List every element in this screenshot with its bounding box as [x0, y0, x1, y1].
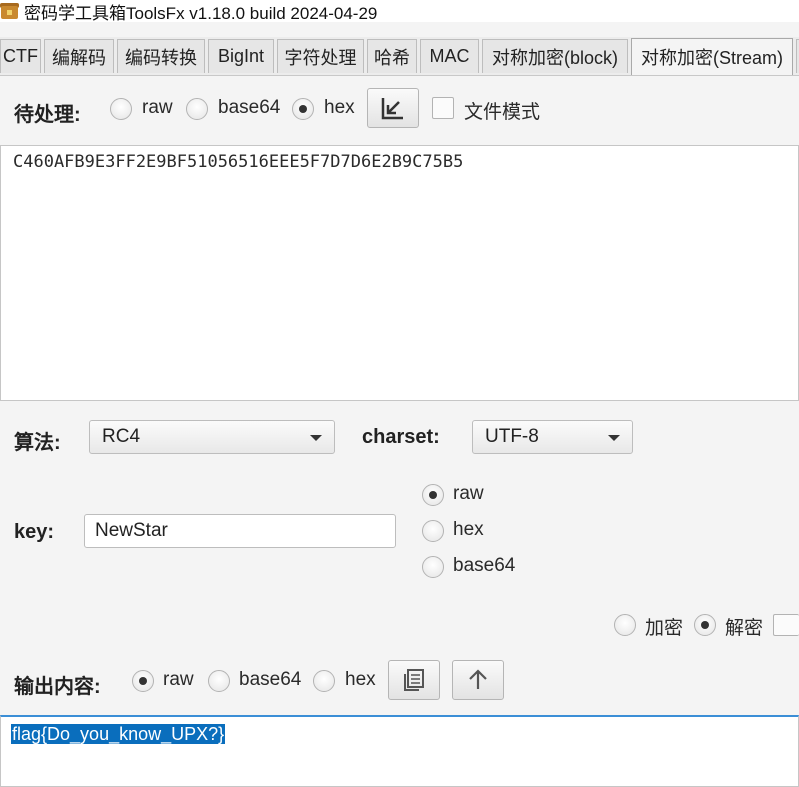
output-textarea[interactable]: flag{Do_you_know_UPX?} — [0, 715, 799, 787]
copy-button[interactable] — [388, 660, 440, 700]
toolbox-icon — [0, 2, 20, 20]
tab-bar: CTF 编解码 编码转换 BigInt 字符处理 哈希 MAC 对称加密(blo… — [0, 37, 799, 76]
output-base64-label: base64 — [239, 669, 302, 690]
encrypt-label: 加密 — [645, 618, 684, 639]
algorithm-label: 算法: — [14, 432, 61, 454]
decrypt-radio[interactable] — [694, 614, 716, 636]
key-hex-label: hex — [453, 519, 484, 540]
output-raw-radio[interactable] — [132, 670, 154, 692]
tab-ctf[interactable]: CTF — [0, 39, 41, 73]
move-up-button[interactable] — [452, 660, 504, 700]
tab-string-process[interactable]: 字符处理 — [277, 39, 364, 73]
key-base64-label: base64 — [453, 555, 516, 576]
charset-value: UTF-8 — [485, 426, 539, 447]
file-mode-label: 文件模式 — [464, 102, 541, 123]
input-text: C460AFB9E3FF2E9BF51056516EEE5F7D7D6E2B9C… — [13, 152, 464, 172]
key-base64-radio[interactable] — [422, 556, 444, 578]
import-button[interactable] — [367, 88, 419, 128]
title-bar: 密码学工具箱ToolsFx v1.18.0 build 2024-04-29 — [0, 0, 799, 23]
input-hex-radio[interactable] — [292, 98, 314, 120]
input-raw-label: raw — [142, 97, 173, 118]
algorithm-value: RC4 — [102, 426, 141, 447]
import-arrow-icon — [381, 98, 403, 120]
tab-encoding-convert[interactable]: 编码转换 — [117, 39, 205, 73]
window-title: 密码学工具箱ToolsFx v1.18.0 build 2024-04-29 — [24, 3, 378, 23]
key-hex-radio[interactable] — [422, 520, 444, 542]
decrypt-label: 解密 — [725, 618, 764, 639]
input-hex-label: hex — [324, 97, 355, 118]
input-base64-label: base64 — [218, 97, 281, 118]
tab-mac[interactable]: MAC — [420, 39, 479, 73]
arrow-up-icon — [469, 669, 487, 689]
output-hex-radio[interactable] — [313, 670, 335, 692]
output-text: flag{Do_you_know_UPX?} — [11, 724, 226, 744]
copy-icon — [404, 669, 424, 691]
file-mode-checkbox[interactable] — [432, 97, 454, 119]
tab-symmetric-block[interactable]: 对称加密(block) — [482, 39, 628, 73]
output-hex-label: hex — [345, 669, 376, 690]
tab-symmetric-stream[interactable]: 对称加密(Stream) — [631, 38, 793, 75]
chevron-down-icon — [310, 435, 322, 441]
chevron-down-icon — [608, 435, 620, 441]
input-raw-radio[interactable] — [110, 98, 132, 120]
charset-label: charset: — [362, 426, 440, 448]
tab-bigint[interactable]: BigInt — [208, 39, 274, 73]
encrypt-radio[interactable] — [614, 614, 636, 636]
input-base64-radio[interactable] — [186, 98, 208, 120]
algorithm-select[interactable]: RC4 — [89, 420, 335, 454]
key-label: key: — [14, 521, 55, 543]
tab-codec[interactable]: 编解码 — [44, 39, 114, 73]
charset-select[interactable]: UTF-8 — [472, 420, 633, 454]
output-raw-label: raw — [163, 669, 194, 690]
input-textarea[interactable]: C460AFB9E3FF2E9BF51056516EEE5F7D7D6E2B9C… — [0, 145, 799, 401]
key-input[interactable]: NewStar — [84, 514, 396, 548]
extra-checkbox[interactable] — [773, 614, 799, 636]
key-value: NewStar — [95, 520, 168, 541]
key-raw-label: raw — [453, 483, 484, 504]
tab-hash[interactable]: 哈希 — [367, 39, 417, 73]
key-raw-radio[interactable] — [422, 484, 444, 506]
output-label: 输出内容: — [14, 676, 101, 698]
output-base64-radio[interactable] — [208, 670, 230, 692]
input-label: 待处理: — [14, 104, 81, 126]
